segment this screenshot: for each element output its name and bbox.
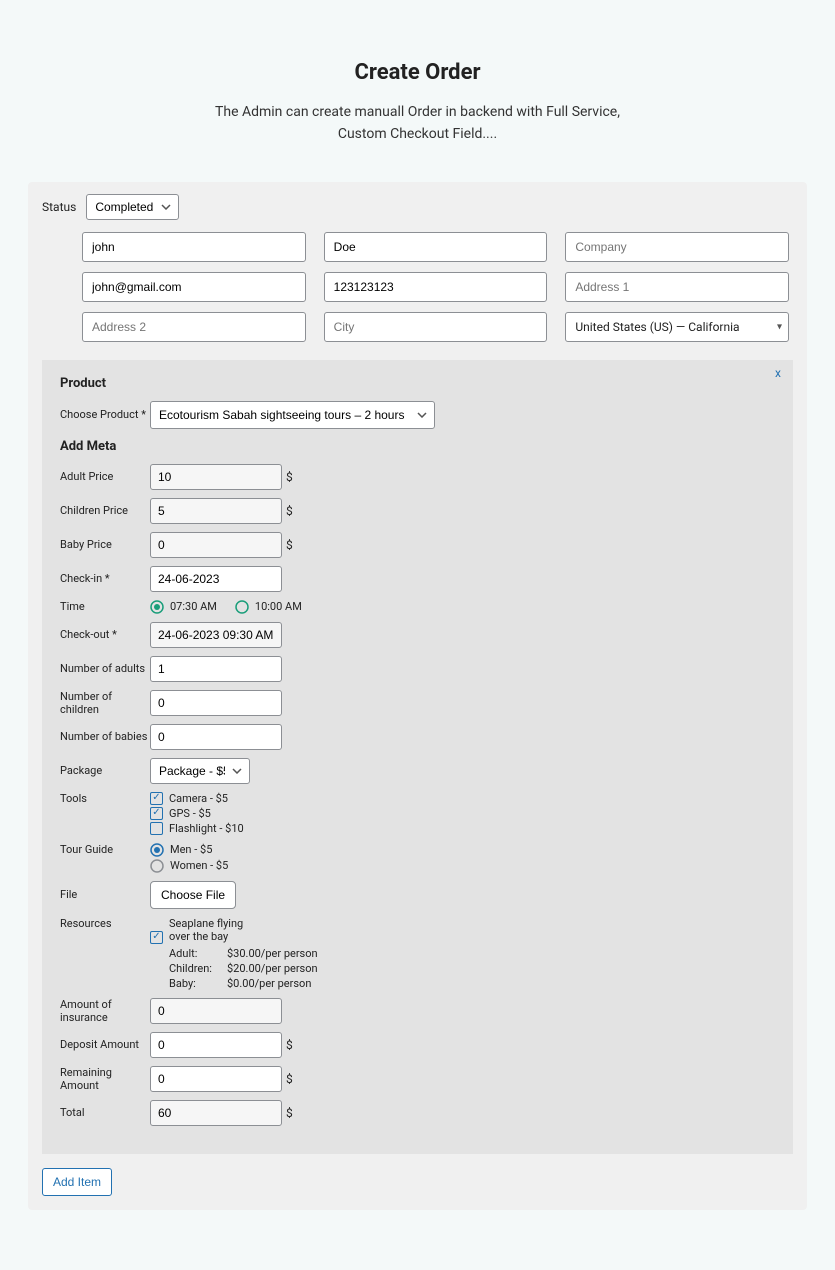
checkin-input[interactable] [150,566,282,592]
first-name-input[interactable] [82,232,306,262]
customer-fields: United States (US) — California [28,228,807,360]
remaining-label: Remaining Amount [60,1066,150,1092]
choose-product-label: Choose Product * [60,408,150,421]
order-panel: Status Completed United States (US) — Ca… [28,182,807,1210]
tools-label: Tools [60,792,150,805]
address1-input[interactable] [565,272,789,302]
checkout-label: Check-out * [60,628,150,641]
children-input[interactable] [150,690,282,716]
children-price-input[interactable] [150,498,282,524]
product-card: x Product Choose Product * Ecotourism Sa… [42,360,793,1154]
babies-input[interactable] [150,724,282,750]
choose-file-button[interactable]: Choose File [150,881,236,909]
adults-label: Number of adults [60,662,150,675]
guide-label: Tour Guide [60,843,150,856]
checkbox-unchecked-icon [150,822,163,835]
company-input[interactable] [565,232,789,262]
baby-price-label: Baby Price [60,538,150,551]
radio-selected-icon [150,600,164,614]
radio-selected-icon [150,843,164,857]
page-subtitle: The Admin can create manuall Order in ba… [0,101,835,146]
baby-price-input[interactable] [150,532,282,558]
adult-price-label: Adult Price [60,470,150,483]
product-heading: Product [60,376,775,391]
checkbox-checked-icon [150,807,163,820]
time-label: Time [60,600,150,613]
status-row: Status Completed [28,182,807,228]
subtitle-line-2: Custom Checkout Field.... [338,126,497,142]
checkbox-checked-icon [150,792,163,805]
package-label: Package [60,764,150,777]
resource-name: Seaplane flying over the bay [169,917,249,943]
status-label: Status [42,200,76,214]
address2-input[interactable] [82,312,306,342]
choose-product-select[interactable]: Ecotourism Sabah sightseeing tours – 2 h… [150,401,435,429]
checkin-label: Check-in * [60,572,150,585]
children-label: Number of children [60,690,150,716]
total-input[interactable] [150,1100,282,1126]
deposit-input[interactable] [150,1032,282,1058]
state-select[interactable]: United States (US) — California [565,312,789,342]
adults-input[interactable] [150,656,282,682]
add-meta-heading: Add Meta [60,439,775,454]
currency-symbol: $ [286,470,293,484]
status-select[interactable]: Completed [86,194,179,220]
resource-prices: Adult:$30.00/per person Children:$20.00/… [169,947,337,990]
checkout-input[interactable] [150,622,282,648]
subtitle-line-1: The Admin can create manuall Order in ba… [215,104,620,120]
adult-price-input[interactable] [150,464,282,490]
deposit-label: Deposit Amount [60,1038,150,1051]
file-label: File [60,888,150,901]
city-input[interactable] [324,312,548,342]
close-icon[interactable]: x [775,366,781,380]
remaining-input[interactable] [150,1066,282,1092]
last-name-input[interactable] [324,232,548,262]
radio-unselected-icon [150,859,164,873]
resource-checkbox[interactable] [150,931,163,944]
tools-camera-checkbox[interactable]: Camera - $5 [150,792,244,805]
tools-gps-checkbox[interactable]: GPS - $5 [150,807,244,820]
phone-input[interactable] [324,272,548,302]
total-label: Total [60,1106,150,1119]
guide-women-radio[interactable]: Women - $5 [150,859,228,873]
insurance-input[interactable] [150,998,282,1024]
radio-unselected-icon [235,600,249,614]
time-option-1[interactable]: 07:30 AM [150,600,217,614]
time-option-2[interactable]: 10:00 AM [235,600,302,614]
package-select[interactable]: Package - $5 [150,758,250,784]
page-title: Create Order [0,60,835,85]
email-input[interactable] [82,272,306,302]
tools-flashlight-checkbox[interactable]: Flashlight - $10 [150,822,244,835]
babies-label: Number of babies [60,730,150,743]
children-price-label: Children Price [60,504,150,517]
guide-men-radio[interactable]: Men - $5 [150,843,228,857]
insurance-label: Amount of insurance [60,998,150,1024]
add-item-button[interactable]: Add Item [42,1168,112,1196]
resources-label: Resources [60,917,150,930]
